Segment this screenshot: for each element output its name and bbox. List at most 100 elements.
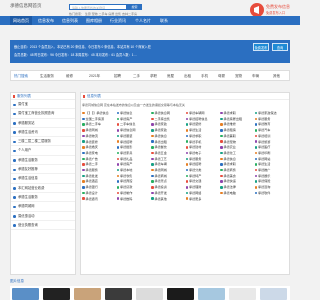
info-link[interactable]: 承德教育	[254, 122, 289, 128]
info-link[interactable]: 承德印刷	[254, 151, 289, 157]
thumbnail[interactable]	[167, 288, 194, 300]
info-link[interactable]: 承德招聘信息	[185, 117, 220, 123]
info-link[interactable]: 承德信息	[220, 157, 254, 163]
info-link[interactable]: 承德房产	[116, 162, 151, 168]
sidebar-item[interactable]: 个人用户	[11, 146, 75, 156]
sidebar-item[interactable]: 承德友好推荐	[11, 165, 75, 175]
info-link[interactable]: 承德二手车	[82, 122, 116, 128]
info-link[interactable]: 承德零售	[116, 174, 151, 180]
info-link[interactable]: 承德服务	[82, 168, 116, 174]
sidebar-item[interactable]: 易付宝	[11, 100, 75, 110]
thumbnail[interactable]	[198, 288, 225, 300]
info-link[interactable]: 承德车辆网	[185, 111, 220, 117]
info-link[interactable]: 承德服务	[254, 117, 289, 123]
info-link[interactable]: 承德银行	[82, 185, 116, 191]
query-button[interactable]: 查询	[272, 43, 288, 51]
info-link[interactable]: 承德美食	[220, 174, 254, 180]
info-link[interactable]: 承德设计	[82, 191, 116, 197]
info-link[interactable]: 承德装修	[185, 122, 220, 128]
category-item[interactable]: 手机	[201, 71, 208, 82]
info-link[interactable]: 承德法律	[220, 185, 254, 191]
nav-contact[interactable]: 联系	[160, 16, 168, 25]
info-link[interactable]: 承德娱乐	[254, 174, 289, 180]
info-link[interactable]: 承德服务	[185, 157, 220, 163]
info-link[interactable]: 承德商城	[151, 174, 185, 180]
info-link[interactable]: 承德家电	[82, 151, 116, 157]
thumbnail[interactable]	[105, 288, 132, 300]
info-link[interactable]: 承德培训	[254, 134, 289, 140]
info-link[interactable]: 承德其他	[151, 197, 185, 203]
info-link[interactable]: 承德汽车	[254, 128, 289, 134]
nav-card[interactable]: 个人名片	[135, 16, 151, 25]
sidebar-item[interactable]: 承德生活服务	[11, 193, 75, 203]
info-link[interactable]: 承德租房	[220, 128, 254, 134]
sidebar-item[interactable]: 承德生活信息	[11, 174, 75, 184]
thumbnail[interactable]	[136, 288, 163, 300]
info-link[interactable]: 承德酒店	[82, 179, 116, 185]
info-link[interactable]: 承德家具	[116, 151, 151, 157]
sidebar-item[interactable]: 承德生活服务	[11, 156, 75, 166]
category-item[interactable]: 生活服务	[40, 71, 54, 82]
info-link[interactable]: 承德兼职	[220, 134, 254, 140]
thumbnail[interactable]	[229, 288, 256, 300]
search-button[interactable]: 搜索	[127, 4, 142, 10]
info-link[interactable]: 承德求职	[220, 111, 254, 117]
info-link[interactable]: 全国二手房源	[82, 117, 116, 123]
info-link[interactable]: 承德生活	[254, 162, 289, 168]
category-item[interactable]: 其他	[273, 71, 280, 82]
info-link[interactable]: 承德生活	[185, 128, 220, 134]
sidebar-item[interactable]: 易付宝工商营业执照查询	[11, 109, 75, 119]
info-link[interactable]: 承德信息	[151, 134, 185, 140]
info-link[interactable]: 承德保险	[254, 179, 289, 185]
category-item[interactable]: 二手	[133, 71, 140, 82]
info-link[interactable]: 承德信息	[116, 111, 151, 117]
sidebar-item[interactable]: 易优惠活动	[11, 212, 75, 221]
info-link[interactable]: 承德景点	[151, 179, 185, 185]
info-link[interactable]: 承德网络	[185, 191, 220, 197]
category-item[interactable]: 招聘	[114, 71, 121, 82]
info-link[interactable]: 承德医疗	[254, 145, 289, 151]
publish-button[interactable]: 免费发布	[253, 43, 269, 51]
info-link[interactable]: 承德建材	[185, 145, 220, 151]
info-link[interactable]: 承德软件	[254, 191, 289, 197]
info-link[interactable]: 承德电子	[185, 151, 220, 157]
category-item[interactable]: 房屋	[167, 71, 174, 82]
category-item[interactable]: 求职	[150, 71, 157, 82]
category-item[interactable]: 维修	[66, 71, 73, 82]
category-hot[interactable]: 热门搜索	[14, 71, 28, 82]
info-link[interactable]: 承德工艺	[151, 157, 185, 163]
info-link[interactable]: 承德交通	[185, 179, 220, 185]
category-item[interactable]: 宠物	[235, 71, 242, 82]
info-link[interactable]: 承德房屋出租	[220, 117, 254, 123]
category-item[interactable]: 母婴	[218, 71, 225, 82]
sidebar-item[interactable]: 承德生活资讯	[11, 128, 75, 138]
info-link[interactable]: 承德摄影	[116, 145, 151, 151]
sidebar-item[interactable]: 承德同城网	[11, 202, 75, 212]
info-link[interactable]: 承德商务	[220, 168, 254, 174]
info-link[interactable]: 承德电脑	[220, 191, 254, 197]
info-link[interactable]: 承德批发	[82, 174, 116, 180]
nav-home[interactable]: 网站首页	[10, 16, 32, 25]
info-link[interactable]: 承德求职	[220, 162, 254, 168]
category-item[interactable]: 出租	[184, 71, 191, 82]
sidebar-item[interactable]: 本汇网站营业收费	[11, 184, 75, 193]
info-link[interactable]: 承德通讯	[82, 197, 116, 203]
info-link[interactable]: 承德投资	[151, 185, 185, 191]
info-link[interactable]: 承德特产	[185, 174, 220, 180]
nav-list[interactable]: 信息列表	[62, 16, 78, 25]
sidebar-item[interactable]: 营业执照查询	[11, 221, 75, 231]
info-link[interactable]: 承德信息网	[116, 128, 151, 134]
info-link[interactable]: 承德推广	[254, 168, 289, 174]
info-link[interactable]: 承德同城	[82, 128, 116, 134]
thumbnail[interactable]	[74, 288, 101, 300]
thumbnail[interactable]	[43, 288, 70, 300]
info-link[interactable]: 承德信息网	[151, 111, 185, 117]
info-link[interactable]: 承德招聘	[116, 140, 151, 146]
info-link[interactable]: 承德维修	[220, 122, 254, 128]
info-link[interactable]: 承德二手	[82, 162, 116, 168]
info-link[interactable]: 承德开发	[151, 191, 185, 197]
search-input[interactable]: 请输入你要查找的关键词	[69, 4, 127, 10]
info-link[interactable]: 承德餐饮	[151, 145, 185, 151]
info-link[interactable]: 承德同城	[151, 168, 185, 174]
category-item[interactable]: 车辆	[252, 71, 259, 82]
